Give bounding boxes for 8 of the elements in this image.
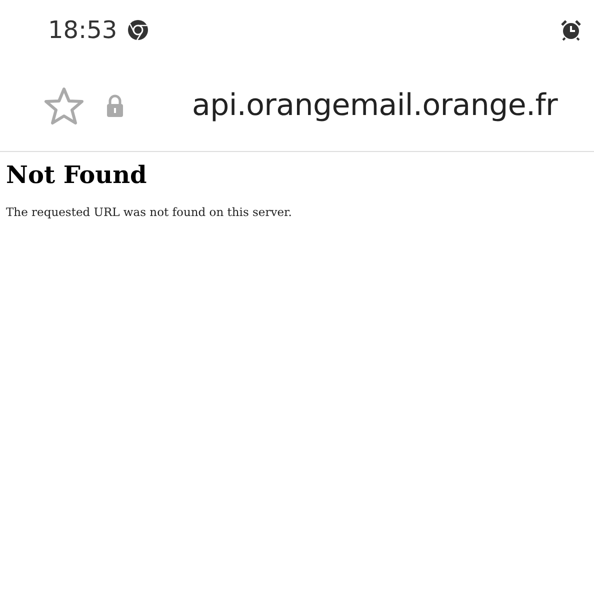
page-heading: Not Found [6, 160, 147, 189]
lock-icon [106, 94, 124, 118]
url-text[interactable]: api.orangemail.orange.fr [192, 88, 558, 123]
alarm-icon [560, 19, 582, 41]
star-icon[interactable] [44, 86, 84, 124]
status-time: 18:53 [48, 16, 118, 44]
error-message: The requested URL was not found on this server. [6, 205, 292, 219]
browser-icon [127, 19, 150, 41]
